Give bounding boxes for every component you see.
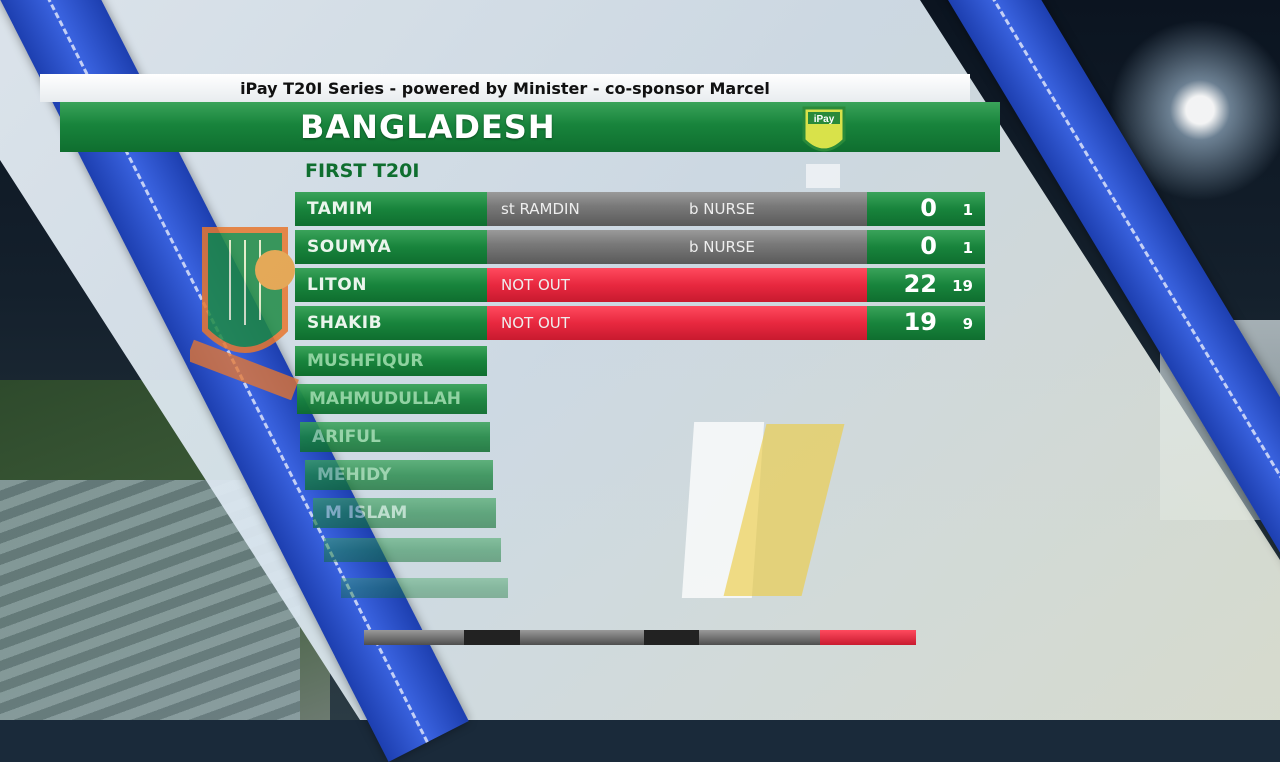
runs: 19 [903,308,937,336]
dismissal-cell: NOT OUT [487,268,867,302]
score-cell: 19 9 [867,306,985,340]
balls: 19 [952,277,973,295]
progress-segment-dark [644,630,699,645]
runs: 0 [920,232,937,260]
score-cell: 0 1 [867,192,985,226]
yet-to-bat-row: ARIFUL [300,422,490,452]
match-label: FIRST T20I [305,160,420,182]
dismissal-cell: NOT OUT [487,306,867,340]
ipay-series-logo-icon: iPay [802,106,846,152]
yet-to-bat-row-empty [324,538,501,562]
logo-text: iPay [814,114,835,125]
batsman-name: SHAKIB [295,306,487,340]
balls: 1 [962,239,973,257]
runs: 0 [920,194,937,222]
score-cell: 22 19 [867,268,985,302]
batsman-name: SOUMYA [295,230,487,264]
yet-to-bat-row: MAHMUDULLAH [297,384,487,414]
team-name: BANGLADESH [300,108,556,146]
bangladesh-cricket-badge [190,227,299,400]
bowler-text: b NURSE [689,200,755,218]
yet-to-bat-row: MEHIDY [305,460,493,490]
yet-to-bat-row: MUSHFIQUR [295,346,487,376]
dismissal-cell: st RAMDIN b NURSE [487,192,867,226]
series-title: iPay T20I Series - powered by Minister -… [40,74,970,102]
batsman-name: LITON [295,268,487,302]
not-out-text: NOT OUT [501,314,570,332]
dismissal-cell: b NURSE [487,230,867,264]
runs: 22 [903,270,937,298]
balls: 1 [962,201,973,219]
bowler-text: b NURSE [689,238,755,256]
score-cell: 0 1 [867,230,985,264]
balls: 9 [962,315,973,333]
progress-segment-dark [464,630,520,645]
progress-segment-red [820,630,916,645]
fielder-text: st RAMDIN [501,200,580,218]
yet-to-bat-row-empty [341,578,508,598]
progress-bar [364,630,916,645]
batsman-name: TAMIM [295,192,487,226]
yet-to-bat-row: M ISLAM [313,498,496,528]
sponsor-mark [806,164,840,188]
not-out-text: NOT OUT [501,276,570,294]
